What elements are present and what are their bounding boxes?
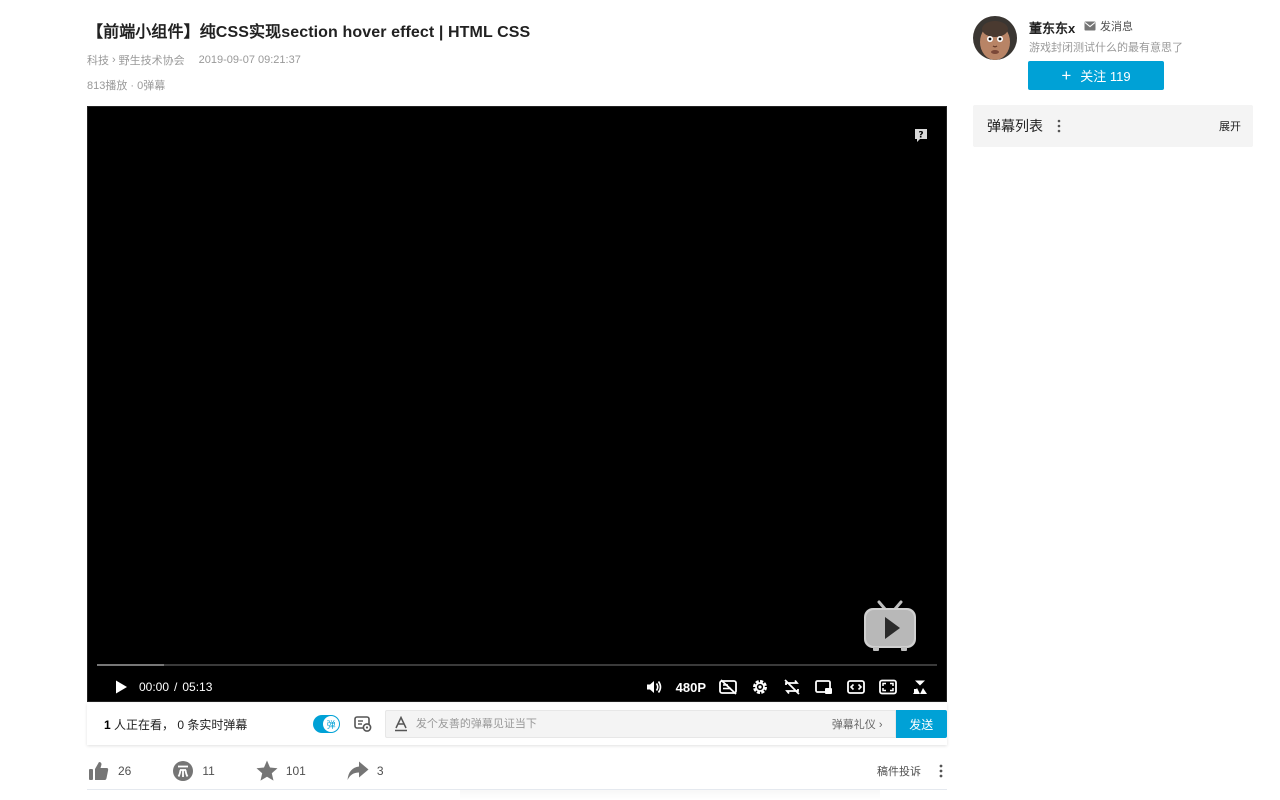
pip-button[interactable]	[808, 671, 840, 703]
loop-button[interactable]	[776, 671, 808, 703]
pip-icon	[815, 680, 832, 694]
danmaku-list-menu-icon[interactable]	[1055, 118, 1063, 134]
danmaku-settings-icon	[354, 716, 372, 732]
big-play-icon[interactable]	[863, 600, 917, 652]
star-icon	[255, 759, 279, 783]
volume-button[interactable]	[638, 671, 670, 703]
watching-text: 人正在看， 0 条实时弹幕	[110, 717, 248, 732]
fullscreen-icon	[913, 680, 927, 694]
breadcrumb-category[interactable]: 科技	[87, 52, 109, 68]
breadcrumb-subcategory[interactable]: 野生技术协会	[119, 52, 185, 68]
watching-count: 1	[104, 717, 111, 732]
coin-button[interactable]: 11	[171, 759, 215, 783]
bottom-fade	[460, 790, 880, 800]
time-separator: /	[174, 680, 178, 694]
view-stats: 813播放 · 0弹幕	[87, 80, 166, 92]
breadcrumb-separator: ›	[112, 54, 116, 66]
video-title: 【前端小组件】纯CSS实现section hover effect | HTML…	[87, 24, 531, 41]
like-count: 26	[118, 763, 132, 778]
breadcrumb: 科技 › 野生技术协会 2019-09-07 09:21:37	[87, 52, 301, 68]
help-icon[interactable]: ?	[913, 127, 929, 143]
follow-label: 关注 119	[1080, 69, 1131, 84]
like-button[interactable]: 26	[87, 759, 131, 783]
follow-button[interactable]: + 关注 119	[1028, 61, 1164, 90]
mail-icon	[1084, 21, 1096, 31]
coin-count: 11	[202, 763, 215, 778]
send-message-link[interactable]: 发消息	[1084, 18, 1133, 34]
settings-button[interactable]	[744, 671, 776, 703]
uploader-signature: 游戏封闭测试什么的最有意思了	[1029, 42, 1183, 54]
quality-selector[interactable]: 480P	[676, 680, 706, 695]
web-fullscreen-button[interactable]	[872, 671, 904, 703]
danmaku-list-expand[interactable]: 展开	[1219, 118, 1241, 134]
report-link[interactable]: 稿件投诉	[877, 763, 921, 779]
plus-icon: +	[1061, 66, 1072, 85]
current-time: 00:00	[139, 680, 170, 694]
wide-mode-button[interactable]	[840, 671, 872, 703]
play-button[interactable]	[105, 671, 137, 703]
danmaku-settings-button[interactable]	[353, 714, 373, 734]
progress-buffered	[97, 664, 165, 666]
avatar[interactable]	[973, 16, 1017, 60]
video-actions: 26 11 101 3 稿件投诉	[87, 758, 947, 790]
web-fullscreen-icon	[879, 679, 897, 695]
volume-icon	[646, 681, 661, 693]
share-count: 3	[376, 763, 384, 778]
watching-status: 1 人正在看， 0 条实时弹幕	[104, 716, 247, 733]
send-button[interactable]: 发送	[895, 710, 947, 738]
danmaku-etiquette-link[interactable]: 弹幕礼仪 ›	[832, 716, 883, 732]
uploader-name[interactable]: 董东东x	[1029, 18, 1075, 37]
danmaku-switch-knob: 弹	[323, 716, 340, 732]
favorite-count: 101	[285, 763, 306, 778]
publish-date: 2019-09-07 09:21:37	[198, 54, 301, 66]
danmaku-send-bar: 1 人正在看， 0 条实时弹幕 弹 弹幕礼仪 › 发送	[87, 703, 947, 745]
video-player[interactable]: ? 00:00 / 05:13 480P	[87, 106, 947, 702]
danmaku-input[interactable]	[415, 718, 832, 730]
loop-icon	[784, 679, 800, 695]
settings-icon	[753, 680, 767, 694]
wide-mode-icon	[847, 680, 865, 694]
duration: 05:13	[182, 680, 213, 694]
svg-text:?: ?	[918, 131, 923, 141]
progress-bar[interactable]	[97, 664, 937, 666]
time-display: 00:00 / 05:13	[139, 680, 212, 694]
danmaku-input-wrapper: 弹幕礼仪 ›	[384, 710, 896, 738]
danmaku-list-panel[interactable]: 弹幕列表 展开	[973, 105, 1253, 147]
danmaku-toggle-button[interactable]	[712, 671, 744, 703]
more-icon[interactable]	[935, 761, 947, 781]
fullscreen-button[interactable]	[904, 671, 936, 703]
danmaku-switch[interactable]: 弹	[313, 715, 341, 733]
share-icon	[346, 759, 370, 783]
danmaku-off-icon	[719, 679, 737, 695]
player-controls: 00:00 / 05:13 480P	[88, 671, 946, 703]
favorite-button[interactable]: 101	[255, 759, 306, 783]
share-button[interactable]: 3	[346, 759, 384, 783]
danmaku-style-button[interactable]	[386, 711, 416, 737]
coin-icon	[171, 759, 195, 783]
like-icon	[87, 759, 111, 783]
danmaku-list-title: 弹幕列表	[987, 118, 1043, 134]
send-message-label: 发消息	[1100, 21, 1133, 33]
play-icon	[116, 680, 127, 694]
font-style-icon	[394, 716, 407, 732]
